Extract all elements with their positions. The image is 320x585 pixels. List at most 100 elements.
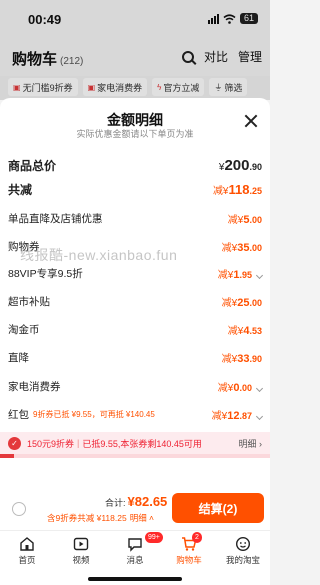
amount-row-value: 减¥ 12.87 — [211, 407, 264, 422]
currency-prefix: 减¥ — [211, 410, 228, 422]
dim-overlay[interactable] — [0, 0, 270, 100]
amount-row-value: 减¥ 0.00 — [217, 379, 264, 394]
currency-prefix: 减¥ — [227, 214, 244, 226]
amount-int: 33 — [237, 352, 250, 365]
amount-row-value: 减¥ 35.00 — [222, 239, 262, 254]
amount-row: 超市补贴 减¥ 25.00 — [8, 292, 262, 310]
currency-prefix: 减¥ — [221, 297, 238, 309]
amount-row-label: 单品直降及店铺优惠 — [8, 212, 103, 225]
amount-number: 12.87 — [227, 410, 252, 422]
amount-row-label: 直降 — [8, 351, 29, 364]
profile-icon — [235, 536, 251, 552]
message-icon — [128, 538, 142, 552]
amount-row-value: 减¥ 33.90 — [222, 350, 262, 365]
amount-number: 4.53 — [243, 325, 262, 337]
amount-number: 200.90 — [224, 157, 262, 174]
amount-int: 35 — [237, 241, 250, 254]
amount-dec: .00 — [239, 382, 252, 393]
amount-row[interactable]: 88VIP专享9.5折 减¥ 1.95 — [8, 264, 264, 282]
message-badge: 99+ — [145, 532, 163, 543]
amount-row: 淘金币 减¥ 4.53 — [8, 320, 262, 338]
chevron-down-icon — [255, 271, 264, 279]
amount-row-label: 商品总价 — [8, 158, 57, 173]
amount-row-label: 88VIP专享9.5折 — [8, 267, 83, 280]
discount-text: 含9折券共减 ¥118.25 — [47, 513, 127, 523]
amount-number: 5.00 — [243, 214, 262, 226]
amount-row-value: 减¥ 1.95 — [217, 266, 264, 281]
amount-row-value: 减¥ 4.53 — [228, 322, 262, 337]
amount-int: 12 — [227, 409, 240, 422]
amount-dec: .90 — [249, 353, 262, 364]
amount-number: 25.00 — [237, 297, 262, 309]
sheet-subtitle: 实际优惠金额请以下单页为准 — [76, 129, 194, 139]
watermark: 线报酷-new.xianbao.fun — [20, 247, 178, 263]
coupon-progress — [0, 454, 270, 458]
tab-home[interactable]: 首页 — [0, 531, 54, 585]
currency-prefix: 减¥ — [227, 325, 244, 337]
detail-toggle[interactable]: 明细 ˄ — [130, 513, 154, 523]
amount-number: 118.25 — [229, 182, 263, 197]
coupon-strip[interactable]: ✓ 150元9折券 | 已抵9.55,本张券剩140.45可用 明细 › — [0, 432, 270, 454]
amount-detail-sheet: 金额明细 实际优惠金额请以下单页为准 商品总价 ¥200.90 共减 减¥ 118.25… — [0, 98, 270, 470]
amount-dec: .95 — [239, 269, 252, 280]
amount-row: 共减 减¥ 118.25 — [8, 180, 262, 198]
currency-prefix: 减¥ — [217, 382, 234, 394]
divider: | — [77, 438, 80, 448]
amount-row-label: 家电消费券 — [8, 380, 61, 393]
amount-row[interactable]: 红包 9折券已抵 ¥9.55，可再抵 ¥140.45 减¥ 12.87 — [8, 405, 264, 423]
total-label: 合计: — [105, 498, 126, 508]
amount-row[interactable]: 家电消费券 减¥ 0.00 — [8, 377, 264, 395]
coupon-name: 150元9折券 — [27, 438, 75, 449]
amount-dec: .00 — [249, 297, 262, 308]
close-icon[interactable] — [244, 114, 258, 128]
currency-prefix: 减¥ — [221, 353, 238, 365]
amount-row-label: 红包 — [8, 408, 29, 421]
chevron-down-icon — [255, 384, 264, 392]
amount-number: 1.95 — [233, 269, 252, 281]
amount-row-value: ¥200.90 — [219, 157, 262, 174]
amount-row: 商品总价 ¥200.90 — [8, 156, 262, 174]
tab-profile[interactable]: 我的淘宝 — [216, 531, 270, 585]
cart-badge: 2 — [192, 532, 202, 543]
tab-label: 购物车 — [176, 555, 202, 565]
amount-dec: .00 — [249, 242, 262, 253]
chevron-down-icon — [255, 412, 264, 420]
progress-fill — [0, 454, 14, 458]
discount-summary: 含9折券共减 ¥118.25 明细 ˄ — [47, 512, 154, 524]
checkout-bar: 合计: ¥82.65 含9折券共减 ¥118.25 明细 ˄ 结算(2) — [0, 460, 270, 530]
amount-int: 25 — [237, 296, 250, 309]
currency-prefix: 减¥ — [212, 185, 229, 197]
total-value: ¥82.65 — [127, 494, 168, 509]
amount-row-value: 减¥ 5.00 — [228, 211, 262, 226]
select-all-radio[interactable] — [12, 502, 26, 516]
amount-row-label: 共减 — [8, 182, 33, 197]
tab-label: 视频 — [72, 555, 90, 565]
amount-dec: .87 — [239, 410, 252, 421]
checkout-button[interactable]: 结算(2) — [172, 493, 264, 523]
amount-number: 33.90 — [237, 353, 262, 365]
currency-prefix: 减¥ — [221, 242, 238, 254]
tab-label: 首页 — [18, 555, 36, 565]
amount-int: 200 — [224, 156, 250, 174]
tab-bar: 首页 视频 99+ 消息 2 购物车 我的淘宝 — [0, 530, 270, 585]
check-icon: ✓ — [8, 436, 21, 450]
amount-number: 35.00 — [237, 242, 262, 254]
amount-int: 118 — [228, 181, 250, 197]
amount-dec: .25 — [249, 185, 262, 196]
home-icon — [20, 537, 34, 551]
amount-row-label: 淘金币 — [8, 323, 40, 336]
currency-prefix: 减¥ — [217, 269, 234, 281]
tab-label: 消息 — [126, 555, 144, 565]
coupon-usage: 已抵9.55,本张券剩140.45可用 — [82, 438, 202, 449]
video-icon — [73, 537, 89, 551]
amount-row-note: 9折券已抵 ¥9.55，可再抵 ¥140.45 — [33, 409, 155, 419]
amount-row: 单品直降及店铺优惠 减¥ 5.00 — [8, 209, 262, 227]
amount-number: 0.00 — [233, 382, 252, 394]
amount-row-value: 减¥ 25.00 — [222, 294, 262, 309]
amount-row-label: 超市补贴 — [8, 295, 50, 308]
coupon-detail-link[interactable]: 明细 › — [239, 437, 263, 450]
amount-row-value: 减¥ 118.25 — [213, 182, 262, 197]
tab-label: 我的淘宝 — [225, 555, 260, 565]
amount-dec: .90 — [249, 161, 262, 172]
home-indicator — [88, 577, 182, 581]
